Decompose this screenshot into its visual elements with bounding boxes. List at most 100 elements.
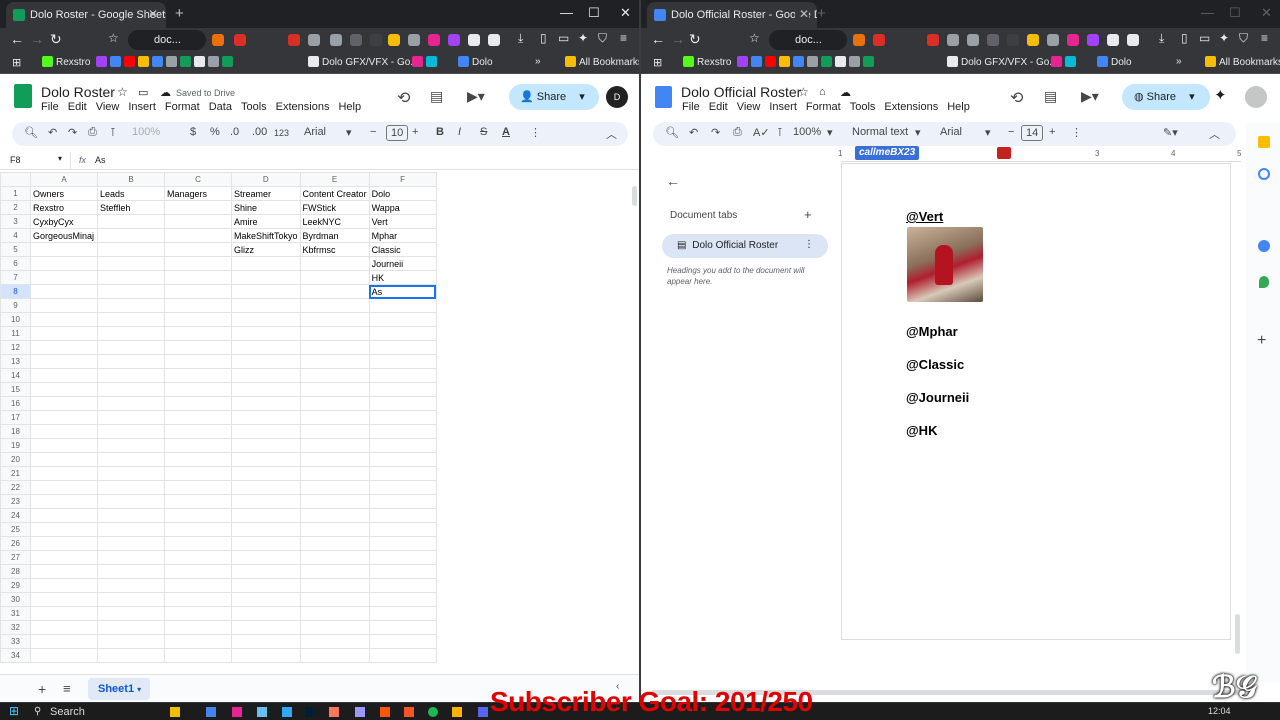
- row-header[interactable]: 22: [0, 480, 31, 495]
- grid-cell[interactable]: [368, 424, 437, 439]
- row-header[interactable]: 16: [0, 396, 31, 411]
- grid-cell[interactable]: [299, 606, 370, 621]
- grid-cell[interactable]: [97, 578, 165, 593]
- grid-cell[interactable]: Rexstro: [30, 200, 98, 215]
- row-header[interactable]: 13: [0, 354, 31, 369]
- chevron-down-icon[interactable]: ▾: [58, 154, 62, 163]
- menu-icon[interactable]: ≡: [1261, 31, 1268, 45]
- grid-cell[interactable]: [30, 242, 98, 257]
- start-icon[interactable]: ⊞: [9, 704, 19, 718]
- grid-cell[interactable]: [231, 634, 301, 649]
- avatar[interactable]: D: [606, 86, 628, 108]
- keep-icon[interactable]: [1258, 136, 1270, 148]
- grid-cell[interactable]: [299, 634, 370, 649]
- close-window-icon[interactable]: ✕: [1261, 5, 1272, 21]
- row-header[interactable]: 8: [0, 284, 31, 299]
- extension-icon[interactable]: [288, 34, 300, 46]
- contacts-icon[interactable]: [1258, 240, 1270, 252]
- extension-icon[interactable]: [408, 34, 420, 46]
- collapse-menu-icon[interactable]: ︿: [1209, 126, 1220, 142]
- grid-cell[interactable]: [299, 382, 370, 397]
- row-header[interactable]: 18: [0, 424, 31, 439]
- share-button[interactable]: ◍ Share ▾: [1122, 84, 1210, 110]
- docs-logo-icon[interactable]: [655, 86, 672, 108]
- row-header[interactable]: 4: [0, 228, 31, 243]
- more-options-icon[interactable]: ⋮: [1071, 126, 1082, 139]
- history-icon[interactable]: ⟲: [397, 88, 410, 108]
- grid-cell[interactable]: [299, 648, 370, 663]
- all-bookmarks[interactable]: All Bookmarks: [1205, 56, 1280, 68]
- grid-cell[interactable]: [299, 494, 370, 509]
- grid-cell[interactable]: [368, 396, 437, 411]
- grid-cell[interactable]: [30, 284, 98, 299]
- grid-cell[interactable]: [30, 522, 98, 537]
- grid-cell[interactable]: [97, 382, 165, 397]
- browser-tab-docs[interactable]: Dolo Official Roster - Google Do ✕: [647, 2, 817, 28]
- grid-cell[interactable]: [97, 256, 165, 271]
- grid-cell[interactable]: [368, 606, 437, 621]
- grid-cell[interactable]: [231, 340, 301, 355]
- decrease-font-size-icon[interactable]: −: [1008, 126, 1014, 138]
- bookmark-icons-row[interactable]: [737, 56, 877, 68]
- row-header[interactable]: 26: [0, 536, 31, 551]
- grid-cell[interactable]: [164, 550, 232, 565]
- maximize-icon[interactable]: ☐: [588, 5, 600, 21]
- grid-cell[interactable]: [299, 270, 370, 285]
- sidepanel-icon[interactable]: ▯: [540, 31, 547, 45]
- grid-cell[interactable]: [97, 354, 165, 369]
- undo-icon[interactable]: ↶: [48, 126, 57, 139]
- all-bookmarks[interactable]: All Bookmarks: [565, 56, 640, 68]
- grid-cell[interactable]: [231, 578, 301, 593]
- menu-help[interactable]: Help: [338, 101, 361, 113]
- bookmark-dolo[interactable]: Dolo: [458, 56, 493, 68]
- sidepanel-icon[interactable]: ▯: [1181, 31, 1188, 45]
- grid-cell[interactable]: [368, 312, 437, 327]
- taskbar-app-icon[interactable]: [170, 707, 180, 717]
- grid-cell[interactable]: Glizz: [231, 242, 301, 257]
- new-tab-icon[interactable]: +: [175, 5, 184, 22]
- doc-title[interactable]: Dolo Official Roster: [681, 84, 801, 100]
- grid-cell[interactable]: [299, 410, 370, 425]
- grid-cell[interactable]: [164, 326, 232, 341]
- star-icon[interactable]: ☆: [117, 85, 128, 99]
- grid-cell[interactable]: [231, 522, 301, 537]
- grid-cell[interactable]: [30, 480, 98, 495]
- grid-cell[interactable]: [368, 508, 437, 523]
- grid-cell[interactable]: [368, 298, 437, 313]
- grid-cell[interactable]: Wappa: [368, 200, 437, 215]
- grid-cell[interactable]: [299, 396, 370, 411]
- style-select[interactable]: Normal text: [852, 126, 908, 138]
- taskbar-app-icon[interactable]: [206, 707, 216, 717]
- shield-icon[interactable]: ⛉: [598, 31, 607, 46]
- formula-input[interactable]: As: [95, 155, 106, 165]
- extension-icon[interactable]: [308, 34, 320, 46]
- grid-cell[interactable]: [299, 326, 370, 341]
- grid-cell[interactable]: [30, 438, 98, 453]
- rewards-icon[interactable]: [873, 34, 885, 46]
- grid-cell[interactable]: [299, 452, 370, 467]
- address-bar[interactable]: doc...: [128, 30, 206, 50]
- grid-cell[interactable]: [164, 340, 232, 355]
- extension-icon[interactable]: [388, 34, 400, 46]
- row-header[interactable]: 9: [0, 298, 31, 313]
- grid-cell[interactable]: [164, 256, 232, 271]
- row-header[interactable]: 23: [0, 494, 31, 509]
- grid-cell[interactable]: [164, 382, 232, 397]
- grid-cell[interactable]: [30, 634, 98, 649]
- grid-cell[interactable]: [30, 494, 98, 509]
- grid-cell[interactable]: [299, 592, 370, 607]
- row-header[interactable]: 21: [0, 466, 31, 481]
- grid-cell[interactable]: Classic: [368, 242, 437, 257]
- grid-cell[interactable]: [368, 564, 437, 579]
- grid-cell[interactable]: [231, 270, 301, 285]
- grid-cell[interactable]: [299, 424, 370, 439]
- extension-icon[interactable]: [428, 34, 440, 46]
- bookmark-icons-row-2[interactable]: [412, 56, 440, 68]
- grid-cell[interactable]: [231, 536, 301, 551]
- grid-cell[interactable]: Content Creator: [299, 186, 370, 201]
- font-size-input[interactable]: 14: [1021, 125, 1044, 141]
- bookmark-icons-row[interactable]: [96, 56, 236, 68]
- grid-cell[interactable]: LeekNYC: [299, 214, 370, 229]
- bookmark-star-icon[interactable]: ☆: [108, 31, 119, 45]
- menu-extensions[interactable]: Extensions: [276, 101, 330, 113]
